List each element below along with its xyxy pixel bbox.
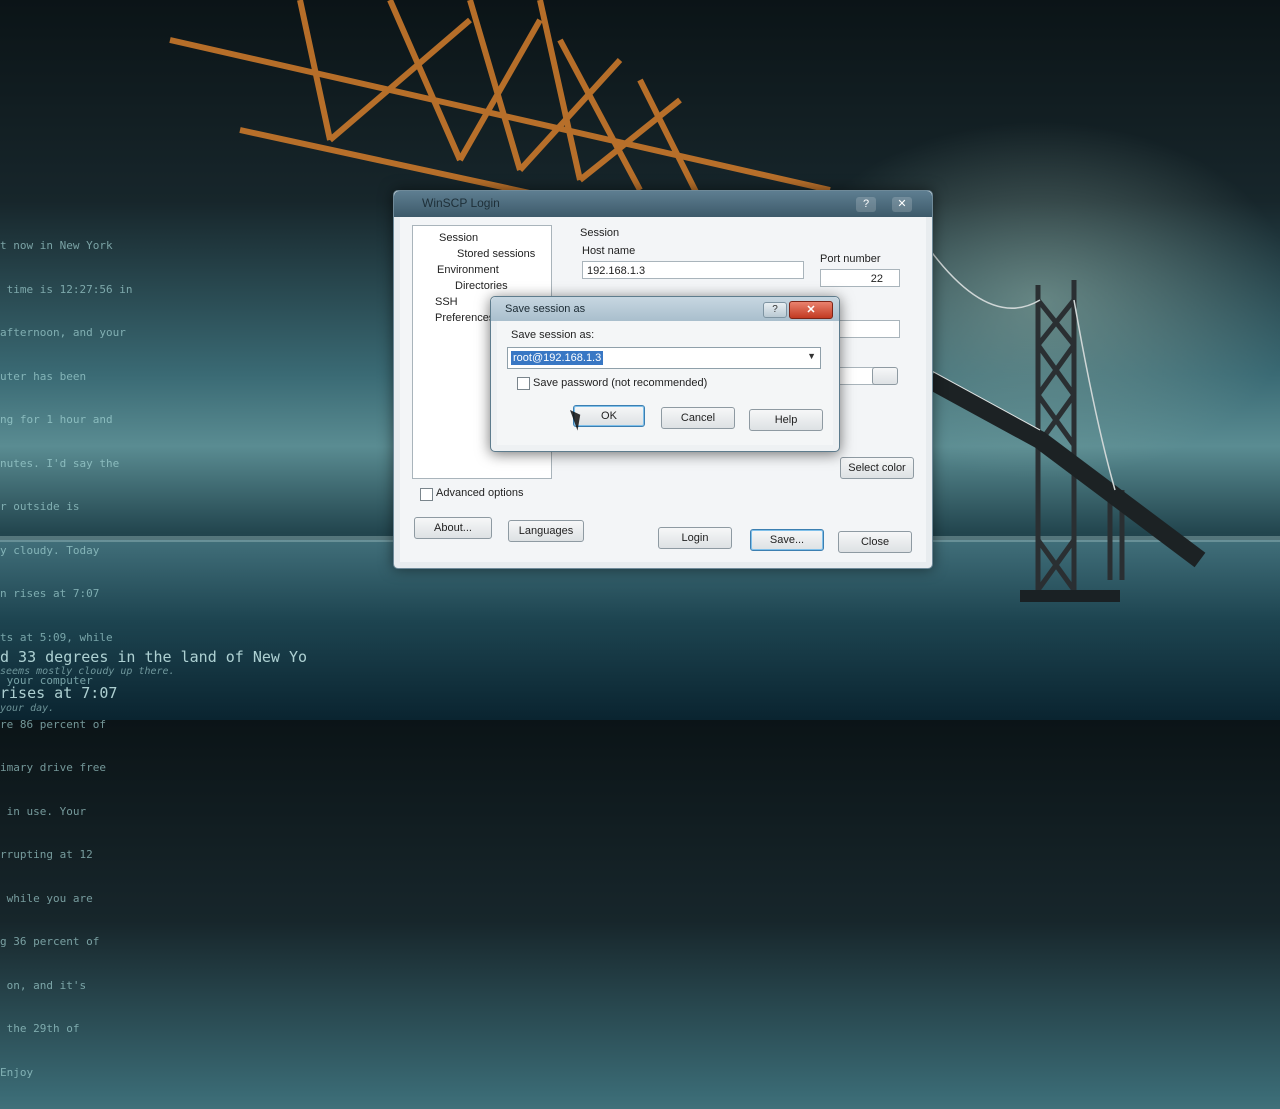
session-name-combobox[interactable]: root@192.168.1.3 ▼	[507, 347, 821, 369]
advanced-options-checkbox[interactable]	[420, 488, 433, 501]
dialog-help-icon[interactable]: ?	[763, 302, 787, 318]
dialog-titlebar[interactable]: Save session as ? ✕	[491, 297, 839, 321]
session-name-value: root@192.168.1.3	[511, 351, 604, 365]
info-line: uter has been	[0, 369, 87, 383]
save-button[interactable]: Save...	[750, 529, 824, 551]
info-line: t now in New York	[0, 239, 113, 252]
info-line: ts at 5:09, while	[0, 630, 113, 644]
sunrise-subline: your day.	[0, 703, 55, 714]
info-line: in use. Your	[0, 804, 87, 818]
save-session-dialog: Save session as ? ✕ Save session as: roo…	[490, 296, 840, 452]
help-icon[interactable]: ?	[856, 197, 876, 212]
close-button[interactable]: Close	[838, 531, 912, 553]
host-name-input[interactable]: 192.168.1.3	[582, 261, 804, 279]
dialog-body: Save session as: root@192.168.1.3 ▼ Save…	[497, 321, 833, 445]
cancel-button[interactable]: Cancel	[661, 407, 735, 429]
info-line: time is 12:27:56 in	[0, 282, 133, 296]
info-line: nutes. I'd say the	[0, 456, 120, 470]
about-button[interactable]: About...	[414, 517, 492, 539]
chevron-down-icon[interactable]: ▼	[807, 351, 816, 361]
info-line: r outside is	[0, 500, 80, 513]
port-number-label: Port number	[820, 253, 881, 265]
info-line: while you are	[0, 891, 93, 905]
tree-item-ssh[interactable]: SSH	[435, 296, 458, 308]
port-number-input[interactable]: 22	[820, 269, 900, 287]
tree-item-session[interactable]: Session	[439, 232, 478, 244]
info-line: imary drive free	[0, 761, 106, 774]
tree-item-preferences[interactable]: Preferences	[435, 312, 494, 324]
window-title: WinSCP Login	[422, 196, 500, 210]
tree-item-directories[interactable]: Directories	[455, 280, 508, 292]
info-line: g 36 percent of	[0, 935, 100, 948]
browse-button[interactable]	[872, 367, 898, 385]
tree-item-stored-sessions[interactable]: Stored sessions	[457, 248, 535, 260]
dialog-title: Save session as	[505, 303, 586, 315]
info-line: ng for 1 hour and	[0, 413, 113, 426]
window-titlebar[interactable]: WinSCP Login ? ✕	[394, 191, 932, 217]
save-password-label: Save password (not recommended)	[533, 377, 708, 389]
languages-button[interactable]: Languages	[508, 520, 584, 542]
weather-subline: seems mostly cloudy up there.	[0, 666, 175, 677]
weather-line: d 33 degrees in the land of New Yo	[0, 648, 308, 666]
info-line: n rises at 7:07	[0, 587, 100, 600]
tree-item-environment[interactable]: Environment	[437, 264, 499, 276]
save-password-checkbox[interactable]	[517, 377, 530, 390]
advanced-options-label: Advanced options	[436, 487, 524, 499]
login-button[interactable]: Login	[658, 527, 732, 549]
info-line: Enjoy	[0, 1065, 34, 1079]
info-line: afternoon, and your	[0, 326, 126, 339]
close-icon[interactable]: ✕	[892, 197, 912, 212]
dialog-help-button[interactable]: Help	[749, 409, 823, 431]
sunrise-line: rises at 7:07	[0, 684, 118, 702]
host-name-label: Host name	[582, 245, 636, 257]
dialog-close-icon[interactable]: ✕	[789, 301, 833, 319]
info-line: rrupting at 12	[0, 848, 93, 861]
info-line: on, and it's	[0, 978, 87, 992]
session-name-label: Save session as:	[511, 329, 595, 341]
session-group-label: Session	[580, 227, 620, 239]
select-color-button[interactable]: Select color	[840, 457, 914, 479]
info-line: the 29th of	[0, 1022, 80, 1035]
info-line: y cloudy. Today	[0, 543, 100, 557]
